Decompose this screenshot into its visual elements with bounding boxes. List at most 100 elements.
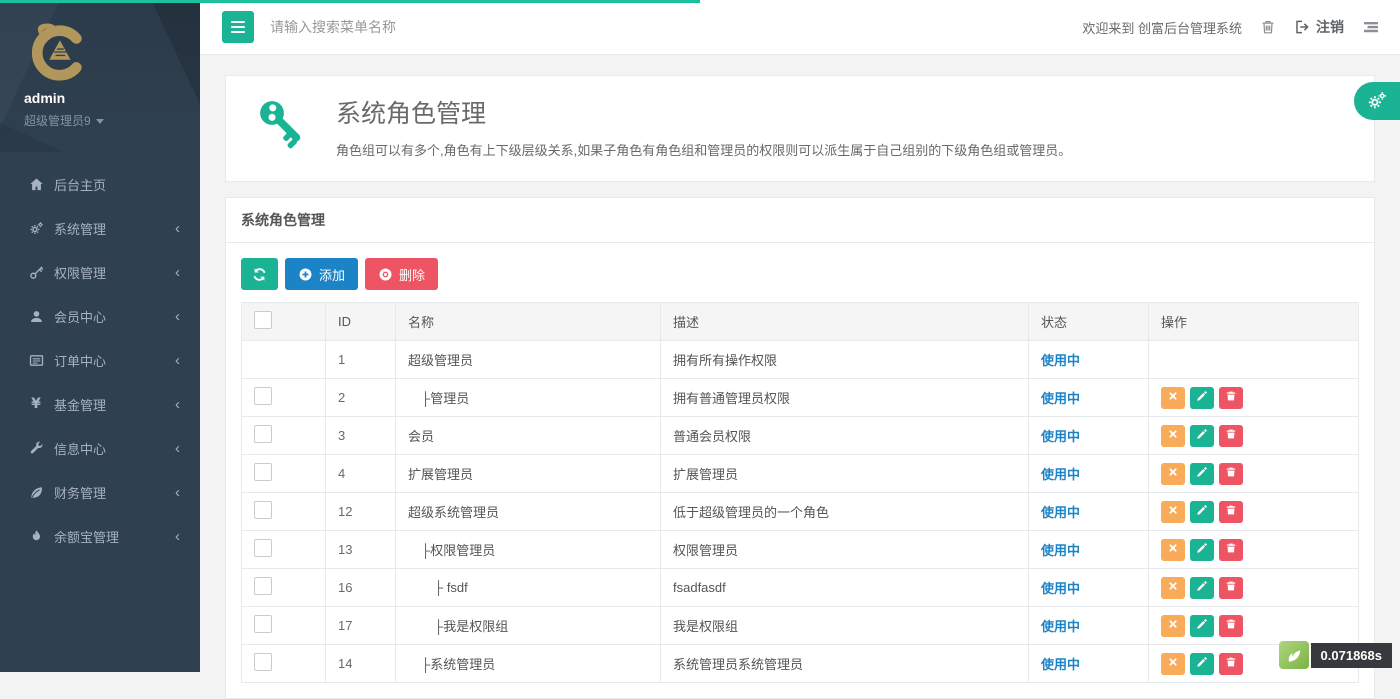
- status-link[interactable]: 使用中: [1041, 505, 1080, 520]
- edit-role-button[interactable]: [1190, 539, 1214, 561]
- page-title: 系统角色管理: [336, 94, 1071, 130]
- delete-role-button[interactable]: [1219, 539, 1243, 561]
- panel-title: 系统角色管理: [226, 198, 1374, 243]
- sidebar-item-1[interactable]: 后台主页: [0, 162, 200, 206]
- delete-role-button[interactable]: [1219, 501, 1243, 523]
- table-settings-button[interactable]: [1354, 82, 1400, 120]
- role-id: 2: [326, 379, 396, 417]
- sidebar-item-6[interactable]: ¥基金管理‹: [0, 382, 200, 426]
- disable-role-button[interactable]: [1161, 425, 1185, 447]
- edit-role-button[interactable]: [1190, 501, 1214, 523]
- status-link[interactable]: 使用中: [1041, 657, 1080, 672]
- list-icon: [25, 353, 47, 368]
- pencil-icon: [1196, 618, 1208, 633]
- row-checkbox[interactable]: [254, 387, 272, 405]
- trash-icon: [1225, 504, 1237, 519]
- key-icon: [254, 95, 312, 158]
- role-name: ├系统管理员: [396, 645, 661, 683]
- trace-toggle-button[interactable]: [1279, 641, 1309, 669]
- disable-role-button[interactable]: [1161, 615, 1185, 637]
- roles-panel: 系统角色管理 添加 删除: [225, 197, 1375, 699]
- chevron-left-icon: ‹: [175, 221, 180, 236]
- edit-role-button[interactable]: [1190, 387, 1214, 409]
- gears-icon: [25, 221, 47, 236]
- chevron-left-icon: ‹: [175, 397, 180, 412]
- logout-button[interactable]: 注销: [1294, 17, 1344, 37]
- main-content: 系统角色管理 角色组可以有多个,角色有上下级层级关系,如果子角色有角色组和管理员…: [200, 55, 1400, 672]
- role-status-cell: 使用中: [1029, 341, 1149, 379]
- delete-role-button[interactable]: [1219, 577, 1243, 599]
- delete-role-button[interactable]: [1219, 387, 1243, 409]
- role-id: 12: [326, 493, 396, 531]
- status-link[interactable]: 使用中: [1041, 391, 1080, 406]
- menu-search-input[interactable]: [270, 19, 690, 35]
- edit-role-button[interactable]: [1190, 615, 1214, 637]
- sidebar: admin 超级管理员9 后台主页系统管理‹权限管理‹会员中心‹订单中心‹¥基金…: [0, 0, 200, 672]
- delete-button[interactable]: 删除: [365, 258, 438, 290]
- disable-role-button[interactable]: [1161, 463, 1185, 485]
- table-row: 16├ fsdffsadfasdf使用中: [242, 569, 1359, 607]
- edit-role-button[interactable]: [1190, 425, 1214, 447]
- role-name: 超级系统管理员: [396, 493, 661, 531]
- delete-role-button[interactable]: [1219, 463, 1243, 485]
- role-id: 3: [326, 417, 396, 455]
- row-checkbox[interactable]: [254, 653, 272, 671]
- sidebar-item-9[interactable]: 余额宝管理‹: [0, 514, 200, 558]
- user-icon: [25, 309, 47, 324]
- column-header: 名称: [396, 303, 661, 341]
- sidebar-item-7[interactable]: 信息中心‹: [0, 426, 200, 470]
- edit-role-button[interactable]: [1190, 463, 1214, 485]
- sidebar-item-label: 财务管理: [54, 483, 175, 502]
- disable-role-button[interactable]: [1161, 387, 1185, 409]
- trash-icon: [1225, 656, 1237, 671]
- row-checkbox-cell: [242, 493, 326, 531]
- sidebar-item-5[interactable]: 订单中心‹: [0, 338, 200, 382]
- row-checkbox[interactable]: [254, 463, 272, 481]
- select-all-checkbox[interactable]: [254, 311, 272, 329]
- role-name: 会员: [396, 417, 661, 455]
- disable-role-button[interactable]: [1161, 577, 1185, 599]
- row-checkbox[interactable]: [254, 577, 272, 595]
- refresh-button[interactable]: [241, 258, 278, 290]
- role-status-cell: 使用中: [1029, 607, 1149, 645]
- sidebar-item-8[interactable]: 财务管理‹: [0, 470, 200, 514]
- edit-role-button[interactable]: [1190, 653, 1214, 675]
- delete-role-button[interactable]: [1219, 653, 1243, 675]
- row-checkbox-cell: [242, 607, 326, 645]
- sidebar-item-3[interactable]: 权限管理‹: [0, 250, 200, 294]
- clear-cache-button[interactable]: [1260, 19, 1276, 35]
- wrench-icon: [25, 441, 47, 456]
- x-icon: [1167, 656, 1179, 671]
- table-row: 14├系统管理员系统管理员系统管理员使用中: [242, 645, 1359, 683]
- sidebar-item-2[interactable]: 系统管理‹: [0, 206, 200, 250]
- table-row: 13├权限管理员权限管理员使用中: [242, 531, 1359, 569]
- trash-icon: [1225, 580, 1237, 595]
- status-link[interactable]: 使用中: [1041, 353, 1080, 368]
- add-button[interactable]: 添加: [285, 258, 358, 290]
- status-link[interactable]: 使用中: [1041, 429, 1080, 444]
- delete-role-button[interactable]: [1219, 425, 1243, 447]
- nav-list-icon[interactable]: [1362, 19, 1380, 35]
- status-link[interactable]: 使用中: [1041, 581, 1080, 596]
- role-description: 普通会员权限: [661, 417, 1029, 455]
- disable-role-button[interactable]: [1161, 501, 1185, 523]
- row-checkbox[interactable]: [254, 539, 272, 557]
- row-checkbox[interactable]: [254, 615, 272, 633]
- disable-role-button[interactable]: [1161, 653, 1185, 675]
- sidebar-item-4[interactable]: 会员中心‹: [0, 294, 200, 338]
- sidebar-item-label: 余额宝管理: [54, 527, 175, 546]
- disable-role-button[interactable]: [1161, 539, 1185, 561]
- status-link[interactable]: 使用中: [1041, 619, 1080, 634]
- status-link[interactable]: 使用中: [1041, 467, 1080, 482]
- user-role-dropdown[interactable]: 超级管理员9: [24, 112, 200, 129]
- chevron-left-icon: ‹: [175, 485, 180, 500]
- status-link[interactable]: 使用中: [1041, 543, 1080, 558]
- row-checkbox[interactable]: [254, 501, 272, 519]
- delete-role-button[interactable]: [1219, 615, 1243, 637]
- sidebar-toggle-button[interactable]: [222, 11, 254, 43]
- row-checkbox-cell: [242, 569, 326, 607]
- brand-logo-icon: [24, 22, 200, 82]
- row-checkbox[interactable]: [254, 425, 272, 443]
- refresh-icon: [252, 267, 267, 282]
- edit-role-button[interactable]: [1190, 577, 1214, 599]
